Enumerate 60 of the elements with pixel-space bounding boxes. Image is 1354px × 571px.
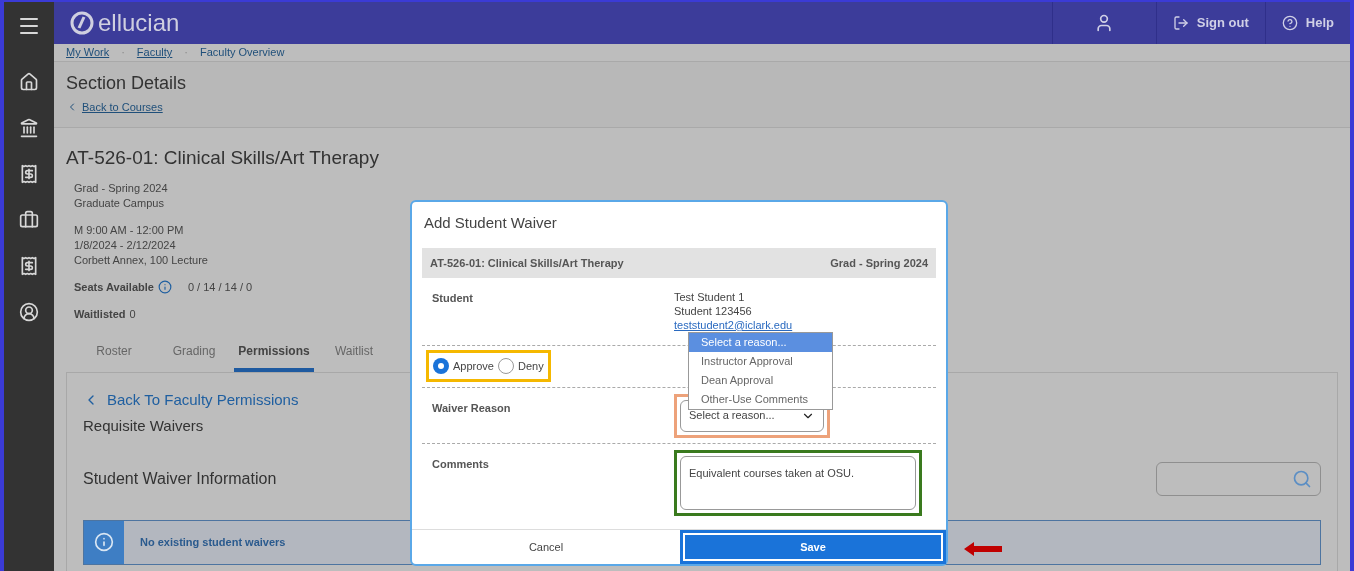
- tab[interactable]: Grading: [154, 337, 234, 372]
- course-name: AT-526-01: Clinical Skills/Art Therapy: [430, 255, 624, 271]
- course-title: AT-526-01: Clinical Skills/Art Therapy: [66, 146, 379, 170]
- alert-text: No existing student waivers: [140, 534, 286, 550]
- comments-field[interactable]: Equivalent courses taken at OSU.: [680, 456, 916, 511]
- radio-button[interactable]: [433, 358, 449, 375]
- info-icon: [94, 532, 114, 552]
- back-link[interactable]: Back to Courses: [66, 98, 163, 115]
- waitlisted-value: 0: [129, 306, 136, 322]
- tab[interactable]: Roster: [74, 337, 154, 372]
- seats-label: Seats Available: [74, 279, 154, 295]
- radio-button[interactable]: [498, 358, 514, 375]
- field-label: Student: [431, 290, 474, 306]
- breadcrumb-link[interactable]: My Work: [66, 44, 110, 61]
- breadcrumb-link[interactable]: Faculty: [136, 44, 173, 61]
- dropdown-option[interactable]: Instructor Approval: [689, 352, 832, 371]
- section-subheading: Student Waiver Information: [83, 468, 277, 489]
- dropdown-option[interactable]: Select a reason...: [689, 333, 832, 352]
- sign-out-icon: [1172, 15, 1189, 31]
- save-button[interactable]: Save: [683, 533, 943, 561]
- bank-icon[interactable]: [19, 118, 39, 138]
- document-icon[interactable]: [19, 256, 39, 276]
- back-link[interactable]: Back To Faculty Permissions: [83, 388, 299, 411]
- radio-label: Deny: [518, 358, 544, 374]
- meeting-line: Corbett Annex, 100 Lecture: [74, 252, 208, 268]
- arrow-icon: [964, 542, 1002, 556]
- student-id: Student 123456: [674, 303, 753, 318]
- help-icon: [1281, 15, 1298, 31]
- term-line: Grad - Spring 2024: [74, 180, 168, 196]
- search-field[interactable]: [1156, 461, 1321, 496]
- field-label: Comments: [431, 457, 490, 473]
- term-line: Graduate Campus: [74, 195, 164, 211]
- section-heading: Requisite Waivers: [83, 416, 204, 436]
- search-icon: [1292, 468, 1312, 489]
- sign-out-button[interactable]: Sign out: [1155, 2, 1265, 44]
- breadcrumb-link[interactable]: Faculty Overview: [200, 44, 285, 61]
- info-icon[interactable]: [157, 280, 172, 294]
- breadcrumb-separator: ·: [184, 45, 188, 60]
- seats-value: 0 / 14 / 14 / 0: [187, 279, 253, 295]
- field-label: Waiver Reason: [431, 400, 512, 416]
- cancel-button[interactable]: Cancel: [412, 530, 680, 564]
- student-email[interactable]: teststudent2@iclark.edu: [674, 318, 793, 331]
- briefcase-icon[interactable]: [19, 210, 39, 230]
- meeting-line: 1/8/2024 - 2/12/2024: [74, 237, 176, 253]
- home-icon[interactable]: [19, 72, 39, 92]
- breadcrumb-separator: ·: [121, 45, 125, 60]
- help-button[interactable]: Help: [1264, 2, 1350, 44]
- dropdown-option[interactable]: Dean Approval: [689, 371, 832, 390]
- tab[interactable]: Waitlist: [314, 337, 394, 372]
- logo-icon: [70, 11, 94, 35]
- profile-icon[interactable]: [19, 302, 39, 322]
- meeting-line: M 9:00 AM - 12:00 PM: [74, 222, 184, 238]
- page-title: Section Details: [66, 71, 187, 95]
- dialog-title: Add Student Waiver: [423, 213, 558, 233]
- course-term: Grad - Spring 2024: [830, 255, 928, 271]
- tab[interactable]: Permissions: [234, 337, 314, 372]
- student-name: Test Student 1: [674, 289, 746, 304]
- logo-text: ellucian: [98, 8, 180, 38]
- radio-label: Approve: [453, 358, 494, 374]
- waitlisted-label: Waitlisted: [74, 306, 126, 322]
